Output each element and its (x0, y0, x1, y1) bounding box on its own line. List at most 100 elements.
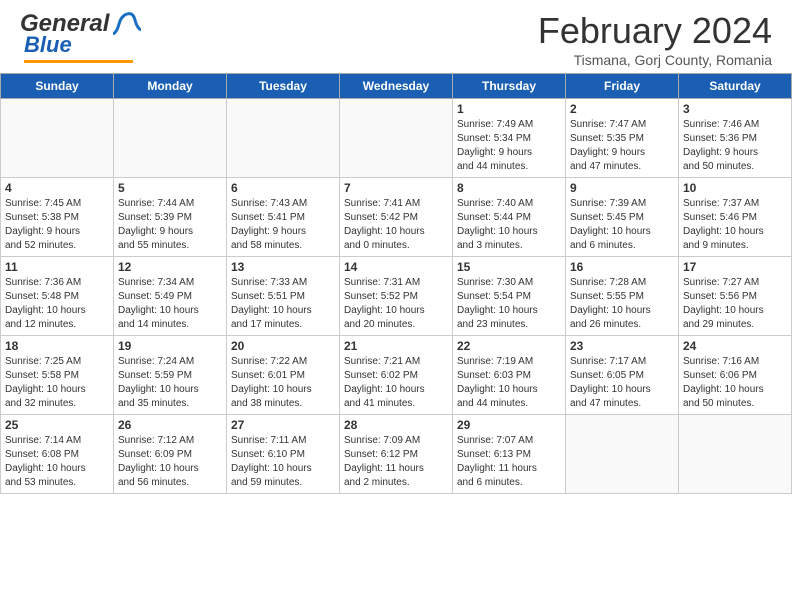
calendar-cell: 2 Sunrise: 7:47 AM Sunset: 5:35 PM Daylig… (566, 99, 679, 178)
calendar-cell: 26 Sunrise: 7:12 AM Sunset: 6:09 PM Dayli… (114, 415, 227, 494)
calendar-cell: 3 Sunrise: 7:46 AM Sunset: 5:36 PM Daylig… (679, 99, 792, 178)
day-number: 4 (5, 181, 109, 195)
logo: General Blue (20, 10, 141, 63)
day-info: Sunrise: 7:25 AM Sunset: 5:58 PM Dayligh… (5, 355, 109, 411)
weekday-header-wednesday: Wednesday (340, 74, 453, 99)
calendar-cell: 7 Sunrise: 7:41 AM Sunset: 5:42 PM Daylig… (340, 178, 453, 257)
calendar-cell (227, 99, 340, 178)
day-info: Sunrise: 7:36 AM Sunset: 5:48 PM Dayligh… (5, 276, 109, 332)
day-info: Sunrise: 7:27 AM Sunset: 5:56 PM Dayligh… (683, 276, 787, 332)
day-info: Sunrise: 7:28 AM Sunset: 5:55 PM Dayligh… (570, 276, 674, 332)
calendar-cell: 6 Sunrise: 7:43 AM Sunset: 5:41 PM Daylig… (227, 178, 340, 257)
day-number: 7 (344, 181, 448, 195)
calendar-cell: 9 Sunrise: 7:39 AM Sunset: 5:45 PM Daylig… (566, 178, 679, 257)
day-info: Sunrise: 7:33 AM Sunset: 5:51 PM Dayligh… (231, 276, 335, 332)
calendar-cell: 12Sunrise: 7:34 AM Sunset: 5:49 PM Dayli… (114, 257, 227, 336)
day-info: Sunrise: 7:47 AM Sunset: 5:35 PM Dayligh… (570, 118, 674, 174)
calendar-cell (114, 99, 227, 178)
day-number: 24 (683, 339, 787, 353)
calendar-week-row: 25 Sunrise: 7:14 AM Sunset: 6:08 PM Dayli… (1, 415, 792, 494)
day-number: 13 (231, 260, 335, 274)
day-number: 14 (344, 260, 448, 274)
day-number: 29 (457, 418, 561, 432)
day-info: Sunrise: 7:46 AM Sunset: 5:36 PM Dayligh… (683, 118, 787, 174)
calendar-cell: 24Sunrise: 7:16 AM Sunset: 6:06 PM Dayli… (679, 336, 792, 415)
header: General Blue February 2024 Tismana, Gorj… (0, 0, 792, 73)
day-number: 17 (683, 260, 787, 274)
calendar-cell: 29 Sunrise: 7:07 AM Sunset: 6:13 PM Dayli… (453, 415, 566, 494)
calendar-cell: 19 Sunrise: 7:24 AM Sunset: 5:59 PM Dayli… (114, 336, 227, 415)
day-number: 20 (231, 339, 335, 353)
day-info: Sunrise: 7:19 AM Sunset: 6:03 PM Dayligh… (457, 355, 561, 411)
day-info: Sunrise: 7:22 AM Sunset: 6:01 PM Dayligh… (231, 355, 335, 411)
calendar-cell (679, 415, 792, 494)
day-number: 10 (683, 181, 787, 195)
day-number: 5 (118, 181, 222, 195)
calendar-cell (340, 99, 453, 178)
logo-underline (24, 60, 133, 63)
day-number: 16 (570, 260, 674, 274)
day-info: Sunrise: 7:07 AM Sunset: 6:13 PM Dayligh… (457, 434, 561, 490)
day-info: Sunrise: 7:09 AM Sunset: 6:12 PM Dayligh… (344, 434, 448, 490)
weekday-header-row: SundayMondayTuesdayWednesdayThursdayFrid… (1, 74, 792, 99)
day-info: Sunrise: 7:11 AM Sunset: 6:10 PM Dayligh… (231, 434, 335, 490)
day-info: Sunrise: 7:37 AM Sunset: 5:46 PM Dayligh… (683, 197, 787, 253)
calendar-cell: 14 Sunrise: 7:31 AM Sunset: 5:52 PM Dayli… (340, 257, 453, 336)
day-number: 3 (683, 102, 787, 116)
calendar-week-row: 4 Sunrise: 7:45 AM Sunset: 5:38 PM Daylig… (1, 178, 792, 257)
day-number: 8 (457, 181, 561, 195)
day-number: 27 (231, 418, 335, 432)
day-number: 15 (457, 260, 561, 274)
weekday-header-sunday: Sunday (1, 74, 114, 99)
day-number: 9 (570, 181, 674, 195)
day-info: Sunrise: 7:45 AM Sunset: 5:38 PM Dayligh… (5, 197, 109, 253)
calendar-cell: 11 Sunrise: 7:36 AM Sunset: 5:48 PM Dayli… (1, 257, 114, 336)
weekday-header-monday: Monday (114, 74, 227, 99)
day-info: Sunrise: 7:24 AM Sunset: 5:59 PM Dayligh… (118, 355, 222, 411)
calendar-cell: 4 Sunrise: 7:45 AM Sunset: 5:38 PM Daylig… (1, 178, 114, 257)
calendar-cell: 21 Sunrise: 7:21 AM Sunset: 6:02 PM Dayli… (340, 336, 453, 415)
calendar-cell: 18 Sunrise: 7:25 AM Sunset: 5:58 PM Dayli… (1, 336, 114, 415)
day-info: Sunrise: 7:30 AM Sunset: 5:54 PM Dayligh… (457, 276, 561, 332)
calendar-cell: 27 Sunrise: 7:11 AM Sunset: 6:10 PM Dayli… (227, 415, 340, 494)
day-info: Sunrise: 7:31 AM Sunset: 5:52 PM Dayligh… (344, 276, 448, 332)
day-number: 6 (231, 181, 335, 195)
calendar-week-row: 11 Sunrise: 7:36 AM Sunset: 5:48 PM Dayli… (1, 257, 792, 336)
calendar-cell (566, 415, 679, 494)
day-info: Sunrise: 7:49 AM Sunset: 5:34 PM Dayligh… (457, 118, 561, 174)
logo-blue-text: Blue (24, 32, 72, 58)
day-info: Sunrise: 7:41 AM Sunset: 5:42 PM Dayligh… (344, 197, 448, 253)
calendar-cell: 28Sunrise: 7:09 AM Sunset: 6:12 PM Dayli… (340, 415, 453, 494)
calendar-cell: 13 Sunrise: 7:33 AM Sunset: 5:51 PM Dayli… (227, 257, 340, 336)
calendar-cell: 16 Sunrise: 7:28 AM Sunset: 5:55 PM Dayli… (566, 257, 679, 336)
day-number: 25 (5, 418, 109, 432)
day-number: 12 (118, 260, 222, 274)
day-number: 21 (344, 339, 448, 353)
day-number: 18 (5, 339, 109, 353)
weekday-header-friday: Friday (566, 74, 679, 99)
title-block: February 2024 Tismana, Gorj County, Roma… (538, 10, 772, 68)
day-info: Sunrise: 7:43 AM Sunset: 5:41 PM Dayligh… (231, 197, 335, 253)
day-info: Sunrise: 7:17 AM Sunset: 6:05 PM Dayligh… (570, 355, 674, 411)
day-info: Sunrise: 7:21 AM Sunset: 6:02 PM Dayligh… (344, 355, 448, 411)
day-info: Sunrise: 7:14 AM Sunset: 6:08 PM Dayligh… (5, 434, 109, 490)
day-info: Sunrise: 7:39 AM Sunset: 5:45 PM Dayligh… (570, 197, 674, 253)
calendar-cell (1, 99, 114, 178)
weekday-header-thursday: Thursday (453, 74, 566, 99)
calendar-week-row: 1Sunrise: 7:49 AM Sunset: 5:34 PM Daylig… (1, 99, 792, 178)
calendar-cell: 5 Sunrise: 7:44 AM Sunset: 5:39 PM Daylig… (114, 178, 227, 257)
location: Tismana, Gorj County, Romania (538, 52, 772, 68)
day-number: 23 (570, 339, 674, 353)
calendar-cell: 15 Sunrise: 7:30 AM Sunset: 5:54 PM Dayli… (453, 257, 566, 336)
calendar-cell: 23 Sunrise: 7:17 AM Sunset: 6:05 PM Dayli… (566, 336, 679, 415)
day-number: 11 (5, 260, 109, 274)
day-info: Sunrise: 7:12 AM Sunset: 6:09 PM Dayligh… (118, 434, 222, 490)
day-info: Sunrise: 7:44 AM Sunset: 5:39 PM Dayligh… (118, 197, 222, 253)
calendar-cell: 22Sunrise: 7:19 AM Sunset: 6:03 PM Dayli… (453, 336, 566, 415)
day-number: 19 (118, 339, 222, 353)
day-number: 2 (570, 102, 674, 116)
calendar-week-row: 18 Sunrise: 7:25 AM Sunset: 5:58 PM Dayli… (1, 336, 792, 415)
day-info: Sunrise: 7:40 AM Sunset: 5:44 PM Dayligh… (457, 197, 561, 253)
day-number: 26 (118, 418, 222, 432)
calendar-cell: 20 Sunrise: 7:22 AM Sunset: 6:01 PM Dayli… (227, 336, 340, 415)
